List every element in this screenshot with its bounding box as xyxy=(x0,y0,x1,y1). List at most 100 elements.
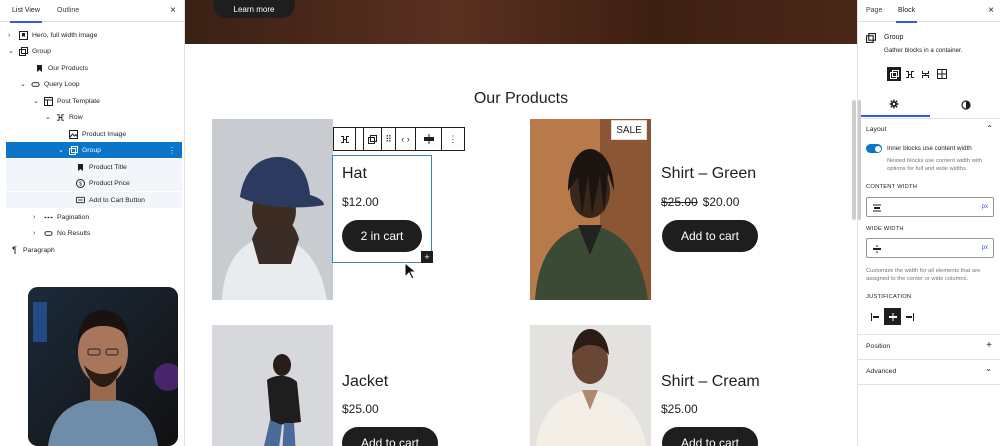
chevron-down-icon[interactable]: ⌄ xyxy=(45,113,52,121)
width-help: Customize the width for all elements tha… xyxy=(866,268,981,283)
tab-page[interactable]: Page xyxy=(866,7,882,14)
tree-item-no-results[interactable]: › No Results xyxy=(33,225,178,241)
settings-gear-icon[interactable] xyxy=(858,93,930,117)
tree-item-label: Paragraph xyxy=(23,246,55,254)
tree-item-product-image[interactable]: Product Image xyxy=(58,126,178,142)
group-icon[interactable] xyxy=(364,128,382,150)
layout-section-title[interactable]: Layout xyxy=(866,126,886,133)
chevron-down-icon[interactable]: ⌄ xyxy=(33,97,40,105)
tree-item-label: Post Template xyxy=(57,97,100,105)
row-icon[interactable] xyxy=(334,128,356,150)
content-width-input[interactable]: px xyxy=(866,197,994,217)
product-image-hat[interactable] xyxy=(212,119,333,300)
plus-icon[interactable]: + xyxy=(986,340,992,351)
tree-item-post-template[interactable]: ⌄ Post Template xyxy=(33,93,178,109)
row-icon xyxy=(56,113,65,122)
tree-item-our-products[interactable]: Our Products xyxy=(24,60,174,76)
image-icon xyxy=(69,129,78,139)
product-image-shirt-cream[interactable] xyxy=(530,325,651,446)
tree-item-label: Product Title xyxy=(89,163,127,171)
chevron-right-icon[interactable]: › xyxy=(8,32,15,39)
product-price: $12.00 xyxy=(342,195,379,209)
group-icon xyxy=(69,145,78,155)
tab-list-view[interactable]: List View xyxy=(10,7,42,23)
product-title[interactable]: Jacket xyxy=(342,373,388,391)
product-image-shirt-green[interactable] xyxy=(530,119,651,300)
hero-image: Learn more xyxy=(185,0,857,44)
sidebar-scrollbar[interactable] xyxy=(858,100,861,220)
justify-center-icon[interactable] xyxy=(416,128,442,150)
price-current: $25.00 xyxy=(661,402,698,416)
block-description: Gather blocks in a container. xyxy=(884,47,963,54)
content-width-label: CONTENT WIDTH xyxy=(866,184,918,190)
tree-item-label: Our Products xyxy=(48,64,89,72)
product-title[interactable]: Shirt – Cream xyxy=(661,373,760,391)
position-section-title[interactable]: Position xyxy=(866,343,890,350)
variant-stack-icon[interactable] xyxy=(919,67,933,81)
sale-badge: SALE xyxy=(611,120,647,140)
block-inserter-button[interactable]: + xyxy=(421,251,433,263)
tab-block[interactable]: Block xyxy=(895,7,918,23)
justify-left-icon[interactable] xyxy=(870,310,882,324)
tree-item-label: Group xyxy=(82,146,101,154)
advanced-section-title[interactable]: Advanced xyxy=(866,368,896,375)
tree-item-product-price[interactable]: $ Product Price xyxy=(6,175,182,191)
chevron-down-icon[interactable]: ⌄ xyxy=(20,80,27,88)
tree-item-row[interactable]: ⌄ Row xyxy=(45,109,178,125)
tree-item-add-to-cart[interactable]: Add to Cart Button xyxy=(6,192,182,208)
add-to-cart-button[interactable]: 2 in cart xyxy=(342,220,422,252)
stretch-wide-icon xyxy=(873,245,881,253)
price-current: $25.00 xyxy=(342,402,379,416)
unit-select[interactable]: px xyxy=(982,245,988,251)
variant-row-icon[interactable] xyxy=(903,67,917,81)
tree-item-query-loop[interactable]: ⌄ Query Loop xyxy=(20,76,178,92)
tree-item-paragraph[interactable]: ¶ Paragraph xyxy=(10,242,178,258)
block-name: Group xyxy=(884,34,904,41)
section-title[interactable]: Our Products xyxy=(185,90,857,108)
code-arrows-icon[interactable]: ‹ › xyxy=(396,128,416,150)
justify-right-icon[interactable] xyxy=(903,310,915,324)
tree-item-group-selected[interactable]: ⌄ Group ⋮ xyxy=(6,142,182,158)
more-vertical-icon[interactable]: ⋮ xyxy=(168,146,176,155)
chevron-down-icon[interactable]: ⌄ xyxy=(8,47,15,55)
svg-text:$: $ xyxy=(79,181,82,187)
chevron-right-icon[interactable]: › xyxy=(33,230,40,237)
chevron-up-icon[interactable]: ⌃ xyxy=(986,124,993,133)
tree-item-label: No Results xyxy=(57,229,91,237)
tree-item-label: Group xyxy=(32,47,51,55)
add-to-cart-button[interactable]: Add to cart xyxy=(662,220,758,252)
block-settings-sidebar: Page Block × Group Gather blocks in a co… xyxy=(857,0,1000,446)
more-vertical-icon[interactable]: ⋮ xyxy=(442,128,464,150)
product-title[interactable]: Hat xyxy=(342,165,367,183)
drag-handle-icon[interactable]: ⠿ xyxy=(382,128,396,150)
product-image-jacket[interactable] xyxy=(212,325,333,446)
close-icon[interactable]: × xyxy=(170,5,176,16)
tree-item-group[interactable]: ⌄ Group xyxy=(8,43,178,59)
product-title[interactable]: Shirt – Green xyxy=(661,165,756,183)
tree-item-pagination[interactable]: › Pagination xyxy=(33,209,178,225)
tab-outline[interactable]: Outline xyxy=(57,7,79,14)
content-width-toggle[interactable] xyxy=(866,144,882,153)
add-to-cart-button[interactable]: Add to cart xyxy=(662,427,758,446)
learn-more-button[interactable]: Learn more xyxy=(213,0,295,18)
variant-grid-icon[interactable] xyxy=(935,67,949,81)
chevron-down-icon[interactable]: ⌄ xyxy=(58,146,65,154)
chevron-right-icon[interactable]: › xyxy=(33,214,40,221)
justify-center-icon[interactable] xyxy=(884,308,901,325)
variant-group-icon[interactable] xyxy=(887,67,901,81)
paragraph-icon: ¶ xyxy=(12,245,17,255)
canvas-scrollbar[interactable] xyxy=(852,100,856,220)
chevron-down-icon[interactable]: ⌄ xyxy=(985,364,992,373)
divider xyxy=(858,384,1000,385)
tree-item-hero[interactable]: › Hero, full width image xyxy=(8,27,178,43)
product-price: $25.00 xyxy=(661,402,698,416)
toolbar-gap xyxy=(356,128,364,150)
wide-width-input[interactable]: px xyxy=(866,238,994,258)
tree-item-product-title[interactable]: Product Title xyxy=(6,159,182,175)
group-icon xyxy=(866,33,876,43)
close-icon[interactable]: × xyxy=(988,5,994,16)
styles-half-circle-icon[interactable] xyxy=(930,93,1000,117)
bookmark-icon xyxy=(35,64,44,73)
unit-select[interactable]: px xyxy=(982,204,988,210)
add-to-cart-button[interactable]: Add to cart xyxy=(342,427,438,446)
